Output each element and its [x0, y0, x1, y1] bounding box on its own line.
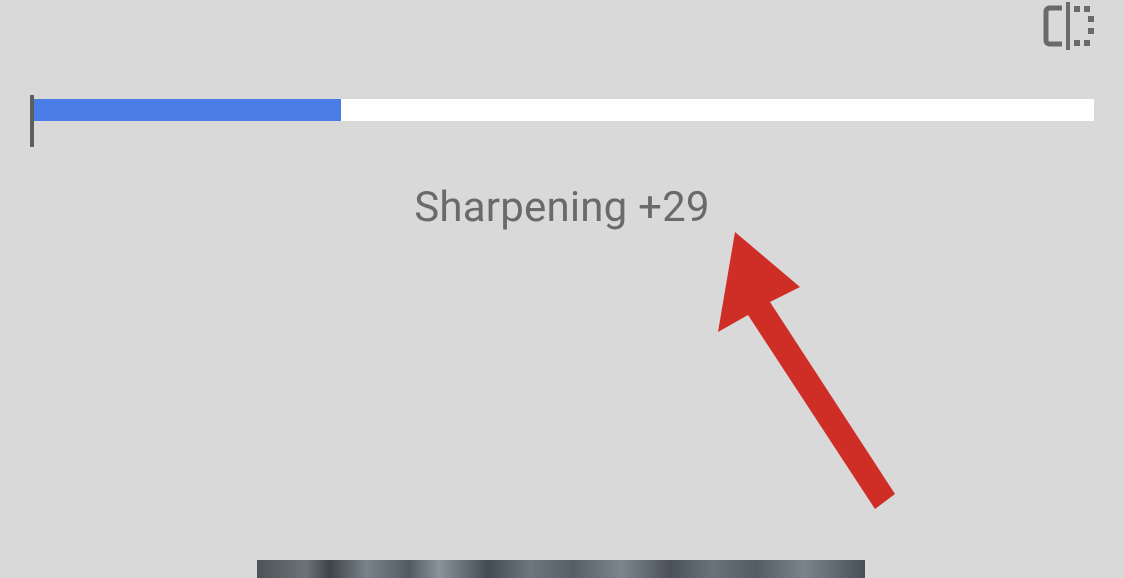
- annotation-arrow-icon: [700, 232, 920, 512]
- sharpening-slider[interactable]: [30, 99, 1094, 129]
- sharpening-label: Sharpening +29: [414, 183, 709, 232]
- slider-fill: [34, 99, 341, 121]
- slider-origin-tick: [30, 95, 34, 147]
- compare-before-after-icon[interactable]: [1040, 0, 1096, 52]
- image-preview-strip: [257, 560, 865, 578]
- slider-label-row: Sharpening +29: [30, 183, 1094, 232]
